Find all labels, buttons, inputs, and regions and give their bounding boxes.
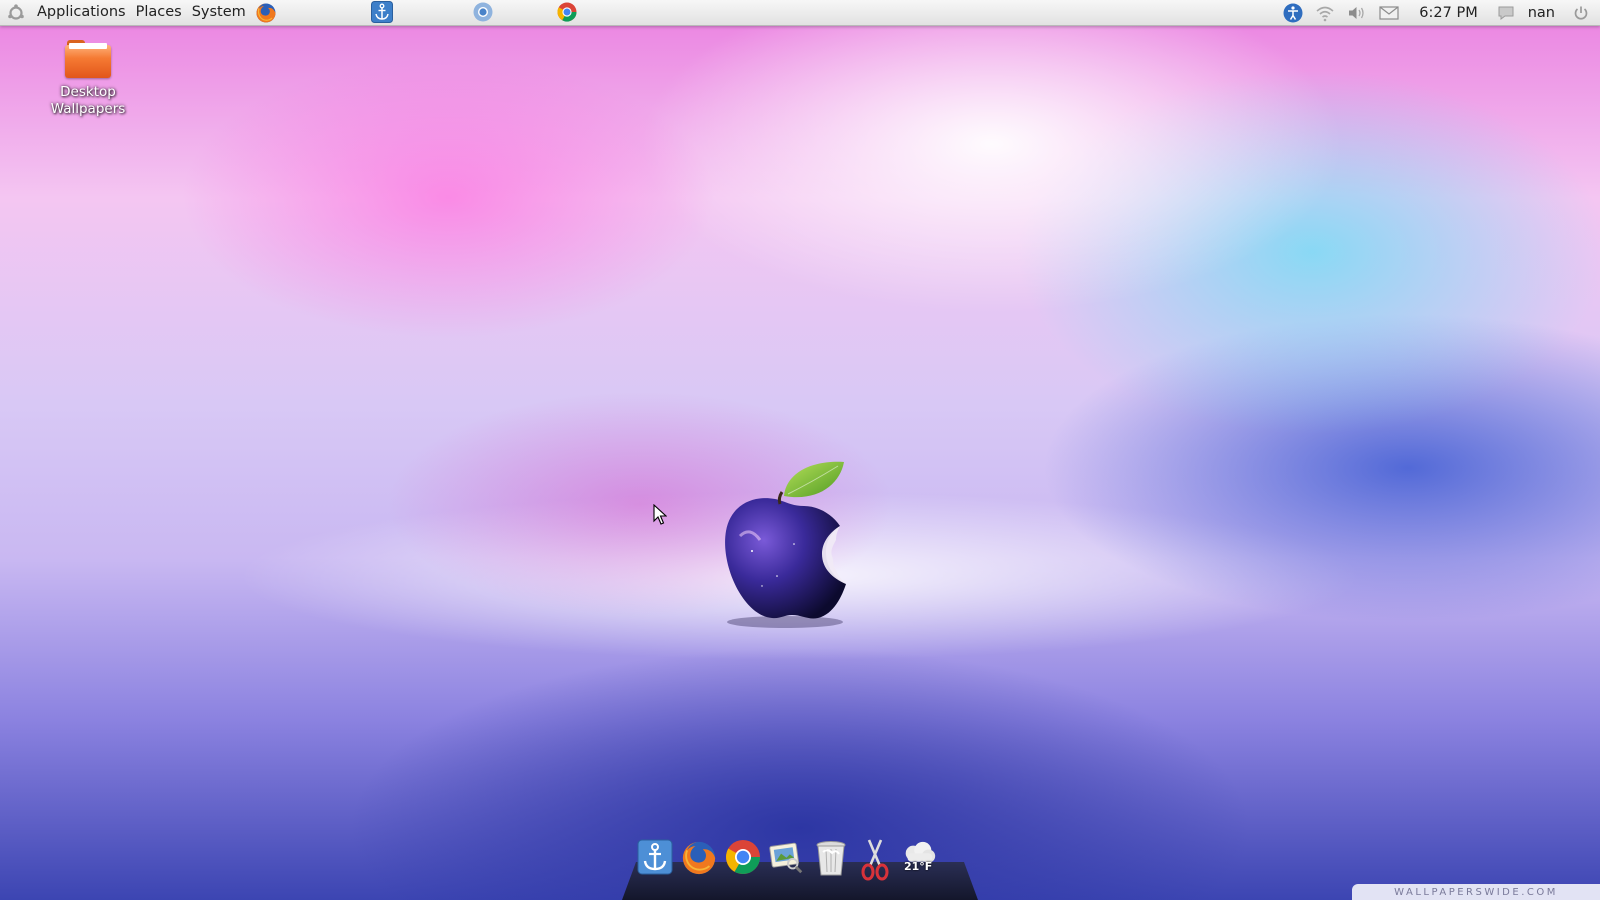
dock-anchor-icon[interactable]	[636, 838, 674, 882]
wallpaper-watermark: WALLPAPERSWIDE.COM	[1352, 884, 1600, 900]
dock-weather-icon[interactable]: 21°F	[900, 838, 938, 882]
chat-icon[interactable]	[1495, 2, 1517, 24]
folder-icon	[65, 40, 111, 78]
desktop-icon-wallpapers[interactable]: Desktop Wallpapers	[40, 40, 136, 118]
mail-icon[interactable]	[1378, 2, 1400, 24]
dock-firefox-icon[interactable]	[680, 838, 718, 882]
menu-applications[interactable]: Applications	[32, 0, 131, 25]
dock-trash-icon[interactable]	[812, 838, 850, 882]
panel-left: Applications Places System	[0, 0, 277, 25]
mouse-cursor-icon	[653, 504, 667, 525]
dock-image-viewer-icon[interactable]	[768, 838, 806, 882]
dock-chrome-icon[interactable]	[724, 838, 762, 882]
weather-temperature: 21°F	[904, 860, 933, 873]
anchor-task-icon[interactable]	[371, 1, 393, 23]
desktop[interactable]: Applications Places System 6:27 PM nan D…	[0, 0, 1600, 900]
dock-scissors-icon[interactable]	[856, 838, 894, 882]
user-name[interactable]: nan	[1528, 5, 1555, 21]
chromium-task-icon[interactable]	[472, 1, 494, 23]
distro-logo-icon[interactable]	[6, 3, 26, 23]
accessibility-icon[interactable]	[1282, 2, 1304, 24]
panel-right: 6:27 PM nan	[1277, 0, 1600, 25]
dock: 21°F	[622, 838, 978, 900]
clock[interactable]: 6:27 PM	[1419, 5, 1477, 21]
wifi-icon[interactable]	[1314, 2, 1336, 24]
volume-icon[interactable]	[1346, 2, 1368, 24]
firefox-launcher-icon[interactable]	[255, 2, 277, 24]
apple-wallpaper-logo	[725, 461, 846, 628]
menu-system[interactable]: System	[187, 0, 251, 25]
desktop-icon-label: Desktop Wallpapers	[50, 84, 126, 117]
power-icon[interactable]	[1570, 2, 1592, 24]
menu-places[interactable]: Places	[131, 0, 187, 25]
chrome-task-icon[interactable]	[556, 1, 578, 23]
top-panel: Applications Places System 6:27 PM nan	[0, 0, 1600, 26]
dock-items: 21°F	[636, 838, 938, 882]
